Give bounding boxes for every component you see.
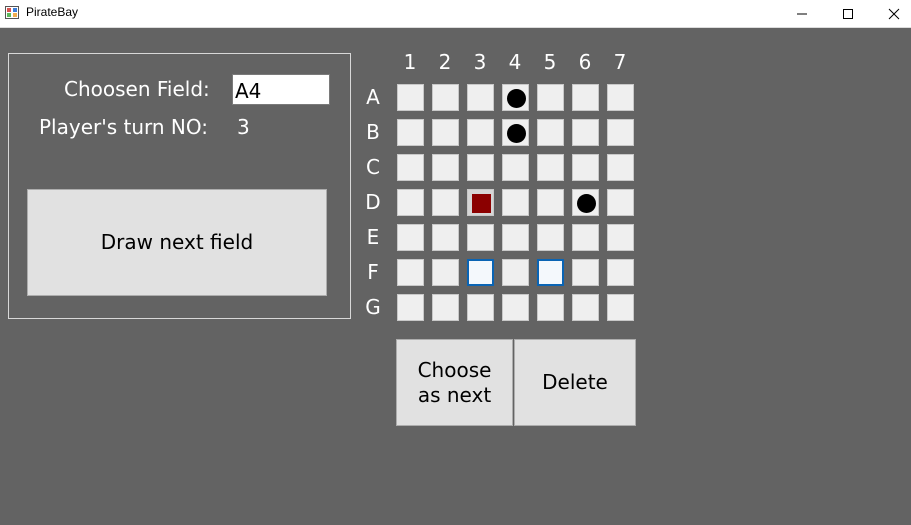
row-label-B: B bbox=[366, 120, 380, 144]
board-cell-C5[interactable] bbox=[537, 154, 564, 181]
red-field-marker bbox=[472, 194, 491, 213]
board-cell-G5[interactable] bbox=[537, 294, 564, 321]
column-label-4: 4 bbox=[508, 50, 522, 74]
board-cell-G2[interactable] bbox=[432, 294, 459, 321]
maximize-icon bbox=[843, 8, 853, 19]
board-cell-D2[interactable] bbox=[432, 189, 459, 216]
column-label-7: 7 bbox=[613, 50, 627, 74]
player-token bbox=[507, 124, 526, 143]
title-bar: PirateBay bbox=[0, 0, 911, 28]
board-cell-C7[interactable] bbox=[607, 154, 634, 181]
column-label-5: 5 bbox=[543, 50, 557, 74]
board-cell-C6[interactable] bbox=[572, 154, 599, 181]
minimize-button[interactable] bbox=[779, 0, 825, 27]
board-cell-F4[interactable] bbox=[502, 259, 529, 286]
board-cell-B3[interactable] bbox=[467, 119, 494, 146]
board-cell-D3[interactable] bbox=[467, 189, 494, 216]
board-cell-B5[interactable] bbox=[537, 119, 564, 146]
board-cell-F1[interactable] bbox=[397, 259, 424, 286]
board-cell-F2[interactable] bbox=[432, 259, 459, 286]
row-label-F: F bbox=[367, 260, 379, 284]
board-cell-D5[interactable] bbox=[537, 189, 564, 216]
board-cell-A1[interactable] bbox=[397, 84, 424, 111]
row-label-G: G bbox=[365, 295, 381, 319]
maximize-button[interactable] bbox=[825, 0, 871, 27]
delete-label: Delete bbox=[542, 370, 608, 394]
board-cell-E3[interactable] bbox=[467, 224, 494, 251]
board-cell-F7[interactable] bbox=[607, 259, 634, 286]
player-token bbox=[507, 89, 526, 108]
turn-value: 3 bbox=[237, 115, 250, 139]
board-cell-B7[interactable] bbox=[607, 119, 634, 146]
board-cell-A2[interactable] bbox=[432, 84, 459, 111]
board-cell-C4[interactable] bbox=[502, 154, 529, 181]
app-icon bbox=[5, 6, 19, 19]
row-label-C: C bbox=[366, 155, 380, 179]
board-cell-F6[interactable] bbox=[572, 259, 599, 286]
column-label-2: 2 bbox=[438, 50, 452, 74]
board-cell-E4[interactable] bbox=[502, 224, 529, 251]
choose-label-line2: as next bbox=[417, 382, 492, 407]
close-button[interactable] bbox=[871, 0, 911, 27]
board-cell-G3[interactable] bbox=[467, 294, 494, 321]
player-token bbox=[577, 194, 596, 213]
board-cell-E7[interactable] bbox=[607, 224, 634, 251]
board-cell-D1[interactable] bbox=[397, 189, 424, 216]
delete-button[interactable]: Delete bbox=[514, 339, 636, 426]
board-cell-C3[interactable] bbox=[467, 154, 494, 181]
row-label-A: A bbox=[366, 85, 380, 109]
board-cell-F3[interactable] bbox=[467, 259, 494, 286]
board-cell-A7[interactable] bbox=[607, 84, 634, 111]
board-cell-E6[interactable] bbox=[572, 224, 599, 251]
board-cell-E5[interactable] bbox=[537, 224, 564, 251]
board-cell-G1[interactable] bbox=[397, 294, 424, 321]
column-label-6: 6 bbox=[578, 50, 592, 74]
choose-label-line1: Choose bbox=[417, 357, 492, 382]
board-cell-B2[interactable] bbox=[432, 119, 459, 146]
board-cell-G7[interactable] bbox=[607, 294, 634, 321]
board-cell-G4[interactable] bbox=[502, 294, 529, 321]
chosen-field-input[interactable] bbox=[232, 74, 330, 105]
board-cell-C1[interactable] bbox=[397, 154, 424, 181]
row-label-D: D bbox=[365, 190, 381, 214]
board-cell-A4[interactable] bbox=[502, 84, 529, 111]
board-cell-E1[interactable] bbox=[397, 224, 424, 251]
board-cell-B6[interactable] bbox=[572, 119, 599, 146]
board-cell-B4[interactable] bbox=[502, 119, 529, 146]
board-cell-D4[interactable] bbox=[502, 189, 529, 216]
turn-label: Player's turn NO: bbox=[39, 115, 209, 139]
draw-next-field-label: Draw next field bbox=[100, 230, 254, 254]
board-cell-A3[interactable] bbox=[467, 84, 494, 111]
board-cell-B1[interactable] bbox=[397, 119, 424, 146]
board-cell-D6[interactable] bbox=[572, 189, 599, 216]
choose-as-next-button[interactable]: Choose as next bbox=[396, 339, 513, 426]
board-cell-E2[interactable] bbox=[432, 224, 459, 251]
board-cell-C2[interactable] bbox=[432, 154, 459, 181]
row-label-E: E bbox=[366, 225, 380, 249]
column-label-3: 3 bbox=[473, 50, 487, 74]
board-cell-D7[interactable] bbox=[607, 189, 634, 216]
minimize-icon bbox=[797, 13, 807, 14]
window-title: PirateBay bbox=[26, 5, 79, 19]
close-icon bbox=[888, 8, 900, 19]
board-cell-A5[interactable] bbox=[537, 84, 564, 111]
board-cell-G6[interactable] bbox=[572, 294, 599, 321]
draw-next-field-button[interactable]: Draw next field bbox=[27, 189, 327, 296]
board-cell-A6[interactable] bbox=[572, 84, 599, 111]
chosen-field-label: Choosen Field: bbox=[64, 77, 210, 101]
board-cell-F5[interactable] bbox=[537, 259, 564, 286]
column-label-1: 1 bbox=[403, 50, 417, 74]
